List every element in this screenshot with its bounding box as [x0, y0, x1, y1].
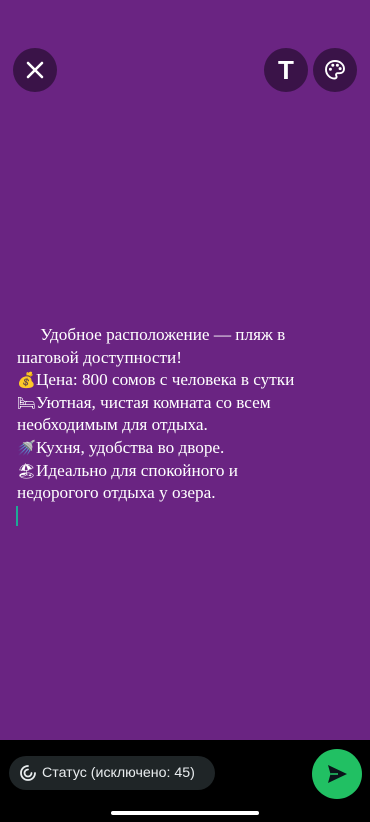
status-line-text: Идеально для спокойного и [36, 460, 238, 480]
status-line: 🏖Идеально для спокойного и [17, 460, 357, 483]
send-button[interactable] [312, 749, 362, 799]
status-line-text: недорогого отдыха у озера. [17, 483, 216, 503]
status-line-text: Уютная, чистая комната со всем [36, 392, 271, 412]
status-line: 🚿Кухня, удобства во дворе. [17, 437, 357, 460]
palette-icon [325, 60, 345, 80]
status-canvas[interactable]: T Удобное расположение — пляж в шаговой … [0, 0, 370, 740]
money-bag-emoji: 💰 [17, 371, 36, 390]
bottom-bar: Статус (исключено: 45) [0, 740, 370, 822]
close-icon [26, 61, 44, 79]
text-tool-label: T [278, 55, 294, 85]
status-line-text: Цена: 800 сомов с человека в сутки [36, 370, 295, 390]
text-caret [16, 506, 18, 526]
privacy-circle-icon [19, 764, 37, 782]
status-line: Удобное расположение — пляж в [17, 324, 357, 347]
color-palette-button[interactable] [313, 48, 357, 92]
status-line-text: Удобное расположение — пляж в [36, 325, 286, 344]
status-privacy-button[interactable]: Статус (исключено: 45) [9, 756, 215, 790]
text-tool-button[interactable]: T [264, 48, 308, 92]
status-line: недорогого отдыха у озера. [17, 482, 357, 505]
bed-emoji: 🛏 [17, 393, 37, 412]
beach-emoji: 🏖 [17, 461, 37, 480]
close-button[interactable] [13, 48, 57, 92]
status-line-text: необходимым для отдыха. [17, 415, 208, 435]
home-indicator[interactable] [111, 811, 259, 815]
status-text-input[interactable]: Удобное расположение — пляж в шаговой до… [17, 324, 357, 505]
privacy-label: Статус (исключено: 45) [42, 765, 195, 781]
status-line: необходимым для отдыха. [17, 414, 357, 437]
status-line: 🛏Уютная, чистая комната со всем [17, 392, 357, 415]
status-line: 💰Цена: 800 сомов с человека в сутки [17, 369, 357, 392]
send-icon [328, 765, 347, 783]
status-line-text: шаговой доступности! [17, 347, 182, 367]
status-composer-screen: T Удобное расположение — пляж в шаговой … [0, 0, 370, 822]
status-line: шаговой доступности! [17, 347, 357, 370]
shower-emoji: 🚿 [17, 438, 36, 457]
status-line-text: Кухня, удобства во дворе. [36, 437, 225, 457]
